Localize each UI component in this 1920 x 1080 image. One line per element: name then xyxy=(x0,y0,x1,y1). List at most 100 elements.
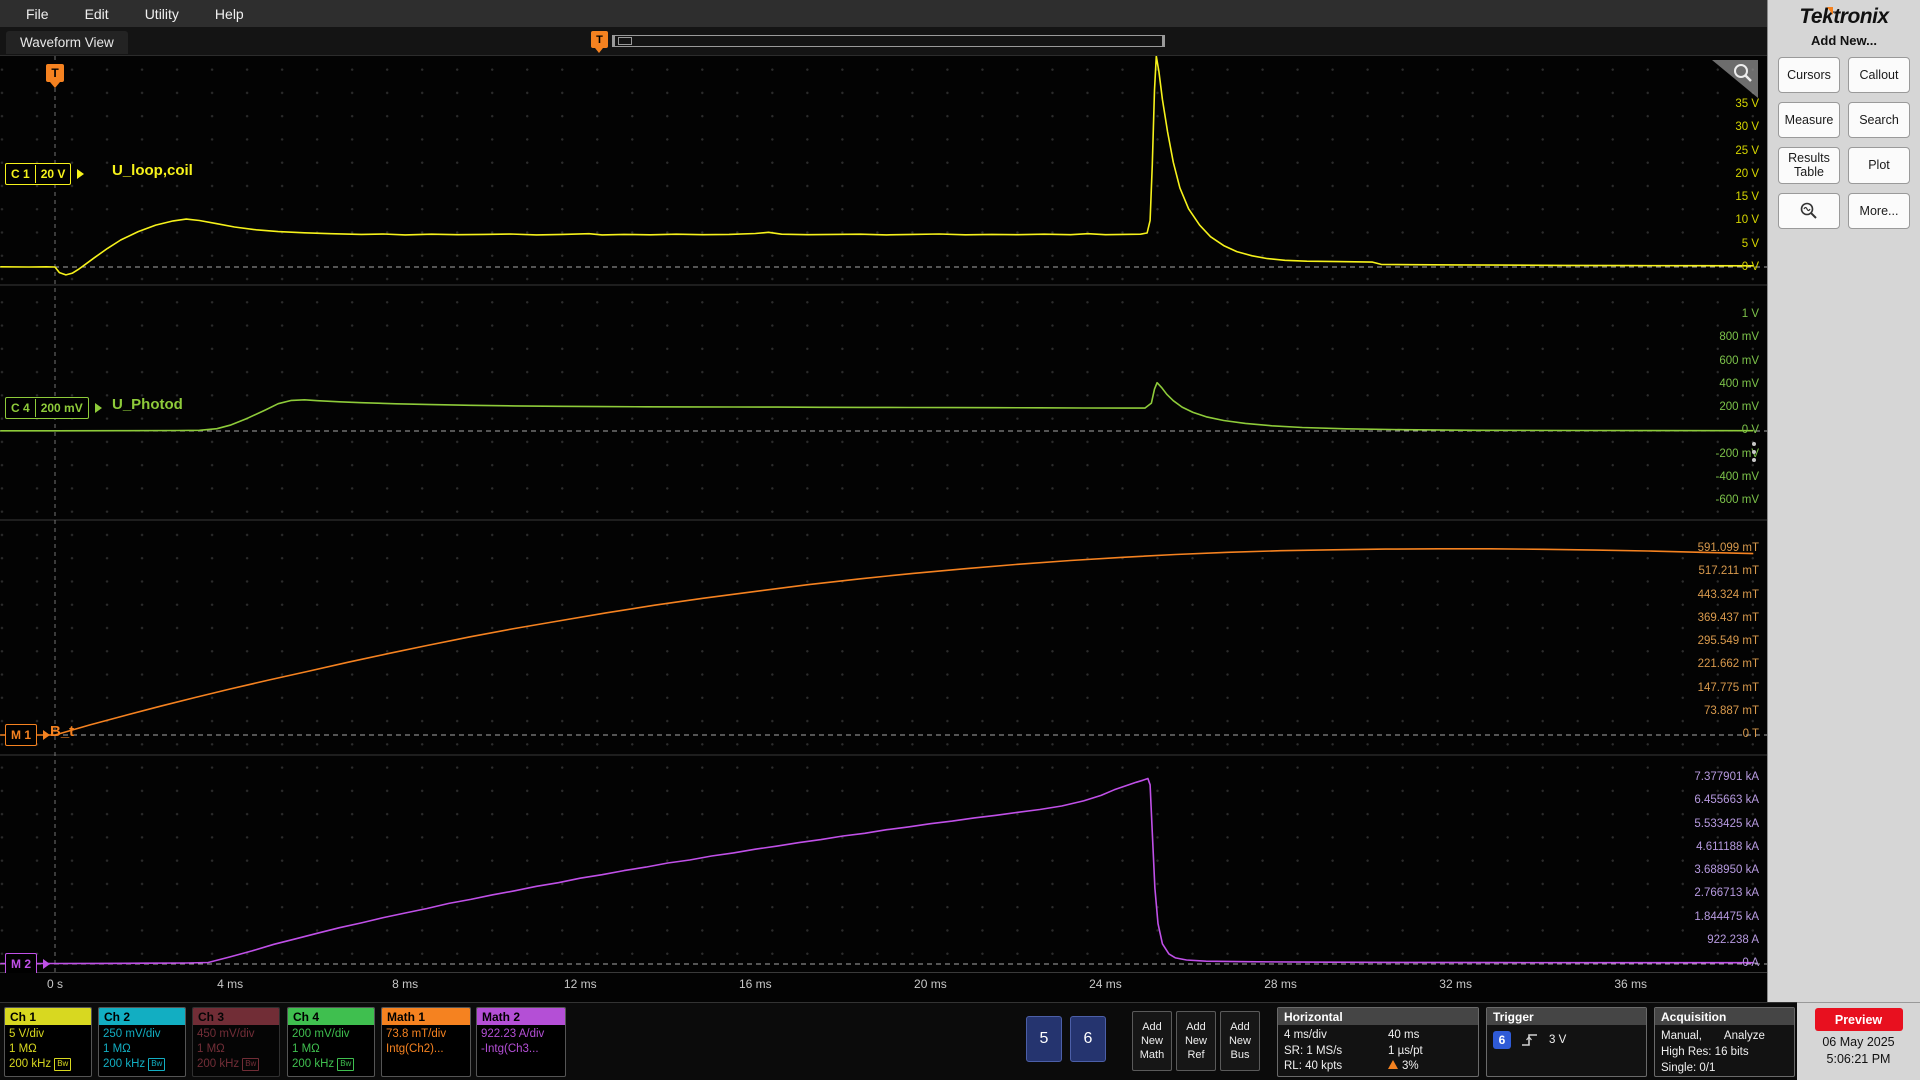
time-tick-label: 36 ms xyxy=(1614,977,1648,991)
time-tick-label: 28 ms xyxy=(1264,977,1297,991)
compression-warning-icon xyxy=(1388,1060,1398,1070)
add-new-bus-button[interactable]: Add New Bus xyxy=(1220,1011,1260,1071)
acquisition-mode: Manual, xyxy=(1661,1030,1702,1042)
waveform-plot[interactable]: T 35 V 30 V 25 V 20 V 15 V 10 V5 V0 VC 1 20 VU… xyxy=(0,56,1767,975)
menu-utility[interactable]: Utility xyxy=(129,3,195,25)
plot-button[interactable]: Plot xyxy=(1848,147,1910,184)
horizontal-panel[interactable]: Horizontal 4 ms/div 40 ms SR: 1 MS/s 1 µs/p… xyxy=(1277,1007,1479,1077)
time-tick-label: 16 ms xyxy=(738,977,772,991)
horizontal-value: SR: 1 MS/s xyxy=(1284,1044,1343,1057)
channel-setting-line: 200 kHz Bw xyxy=(9,1057,87,1072)
ch4-badge-scale: 200 mV xyxy=(34,399,88,417)
channel-name: Ch 3 xyxy=(193,1008,279,1025)
waveform-view-tab[interactable]: Waveform View xyxy=(6,31,128,54)
horizontal-value: 1 µs/pt xyxy=(1388,1044,1423,1057)
math1-trace[interactable] xyxy=(0,547,1754,736)
channel-setting-line: 73.8 mT/div xyxy=(386,1028,447,1040)
time-label: 5:06:21 PM xyxy=(1826,1051,1891,1066)
channel-setting-line: Intg(Ch2)... xyxy=(386,1043,444,1056)
horizontal-title: Horizontal xyxy=(1278,1008,1478,1025)
record-view-bar[interactable] xyxy=(612,35,1165,47)
math2-handle-badge[interactable]: M 2 xyxy=(5,953,51,975)
channel-setting-line: 200 kHz Bw xyxy=(103,1057,181,1072)
bandwidth-limit-icon: Bw xyxy=(242,1058,260,1071)
record-trigger-marker[interactable]: T xyxy=(591,31,608,53)
rising-edge-icon xyxy=(1522,1034,1537,1046)
ch1-handle-badge[interactable]: C 1 20 V xyxy=(5,163,85,185)
bandwidth-limit-icon: Bw xyxy=(337,1058,355,1071)
channel-settings: 73.8 mT/div Intg(Ch2)... xyxy=(382,1025,470,1059)
math1-handle-badge[interactable]: M 1 xyxy=(5,724,51,746)
channel-5-button[interactable]: 5 xyxy=(1026,1016,1062,1062)
ch1-badge-scale: 20 V xyxy=(34,165,71,183)
horizontal-values: 4 ms/div 40 ms SR: 1 MS/s 1 µs/pt RL: 40 kpt… xyxy=(1278,1025,1478,1076)
channel-settings: 922.23 A/div -Intg(Ch3... xyxy=(477,1025,565,1059)
channel-badge-ch4[interactable]: Ch 4 200 mV/div 1 MΩ 200 kHz Bw xyxy=(287,1007,375,1077)
status-block: Preview 06 May 2025 5:06:21 PM xyxy=(1797,1002,1920,1080)
acquisition-resolution: High Res: 16 bits xyxy=(1661,1046,1749,1059)
math1-badge-arrow-icon xyxy=(43,730,51,740)
channel-settings: 450 mV/div 1 MΩ 200 kHz Bw xyxy=(193,1025,279,1075)
math1-waveform-label[interactable]: B_t xyxy=(50,723,74,740)
more-button[interactable]: More... xyxy=(1848,192,1910,229)
math1-badge-label: M 1 xyxy=(11,728,32,742)
menu-file[interactable]: File xyxy=(10,3,65,25)
search-button[interactable]: Search xyxy=(1848,102,1910,138)
acquisition-single: Single: 0/1 xyxy=(1661,1062,1716,1075)
tekscope-app: File Edit Utility Help Waveform View T T 35… xyxy=(0,0,1920,1080)
math2-badge-arrow-icon xyxy=(43,959,51,969)
zoom-search-button[interactable] xyxy=(1778,192,1840,229)
waveform-canvas[interactable] xyxy=(0,56,1767,973)
channel-badge-ch3[interactable]: Ch 3 450 mV/div 1 MΩ 200 kHz Bw xyxy=(192,1007,280,1077)
zoom-corner-icon[interactable] xyxy=(1712,60,1758,98)
channel-setting-line: 200 kHz Bw xyxy=(197,1057,275,1072)
channel-badge-math1[interactable]: Math 1 73.8 mT/div Intg(Ch2)... xyxy=(381,1007,471,1077)
channel-settings: 5 V/div 1 MΩ 200 kHz Bw xyxy=(5,1025,91,1075)
channel-badge-math2[interactable]: Math 2 922.23 A/div -Intg(Ch3... xyxy=(476,1007,566,1077)
cursors-button[interactable]: Cursors xyxy=(1778,57,1840,93)
ch1-badge-label: C 1 xyxy=(11,167,30,181)
channel-6-button[interactable]: 6 xyxy=(1070,1016,1106,1062)
ch4-badge-label: C 4 xyxy=(11,401,30,415)
ch4-waveform-label[interactable]: U_Photod xyxy=(112,396,183,413)
trigger-source-badge[interactable]: 6 xyxy=(1493,1031,1511,1049)
channel-setting-line: 1 MΩ xyxy=(292,1043,320,1056)
add-new-heading: Add New... xyxy=(1811,33,1877,48)
callout-button[interactable]: Callout xyxy=(1848,57,1910,93)
trigger-title: Trigger xyxy=(1487,1008,1646,1025)
channel-name: Ch 2 xyxy=(99,1008,185,1025)
channel-badge-ch2[interactable]: Ch 2 250 mV/div 1 MΩ 200 kHz Bw xyxy=(98,1007,186,1077)
measure-button[interactable]: Measure xyxy=(1778,102,1840,138)
ch1-waveform-label[interactable]: U_loop,coil xyxy=(112,162,193,179)
horizontal-value: 3% xyxy=(1388,1059,1472,1075)
trigger-panel[interactable]: Trigger 6 3 V xyxy=(1486,1007,1647,1077)
math2-trace[interactable] xyxy=(0,777,1754,965)
add-new-ref-button[interactable]: Add New Ref xyxy=(1176,1011,1216,1071)
right-panel: Tektronix Add New... Cursors Callout Measu… xyxy=(1767,0,1920,1002)
channel-setting-line: 5 V/div xyxy=(9,1028,45,1040)
preview-button[interactable]: Preview xyxy=(1814,1008,1903,1031)
panel-drag-handle[interactable] xyxy=(1752,438,1756,466)
channel-badge-ch1[interactable]: Ch 1 5 V/div 1 MΩ 200 kHz Bw xyxy=(4,1007,92,1077)
acquisition-panel[interactable]: Acquisition Manual, Analyze High Res: 16… xyxy=(1654,1007,1795,1077)
results-table-button[interactable]: Results Table xyxy=(1778,147,1840,184)
menu-edit[interactable]: Edit xyxy=(69,3,125,25)
menu-help[interactable]: Help xyxy=(199,3,260,25)
ch1-trace[interactable] xyxy=(0,56,1754,276)
trigger-flag[interactable]: T xyxy=(46,64,64,88)
channel-setting-line: 922.23 A/div xyxy=(481,1028,545,1040)
ch4-handle-badge[interactable]: C 4 200 mV xyxy=(5,397,102,419)
channel-settings: 250 mV/div 1 MΩ 200 kHz Bw xyxy=(99,1025,185,1075)
ch4-badge-arrow-icon xyxy=(94,403,102,413)
horizontal-value: RL: 40 kpts xyxy=(1284,1060,1343,1073)
channel-name: Math 2 xyxy=(477,1008,565,1025)
add-new-math-button[interactable]: Add New Math xyxy=(1132,1011,1172,1071)
ch4-trace[interactable] xyxy=(0,381,1754,432)
time-tick-label: 32 ms xyxy=(1439,977,1472,991)
channel-name: Ch 1 xyxy=(5,1008,91,1025)
expansion-point-icon xyxy=(618,37,632,45)
time-axis: 0 s 4 ms 8 ms 12 ms 16 ms 20 ms 24 ms 28 ms 32 m… xyxy=(0,973,1767,1002)
time-tick-label: 12 ms xyxy=(563,977,597,991)
menu-bar: File Edit Utility Help xyxy=(0,0,1767,27)
channel-setting-line: 200 mV/div xyxy=(292,1028,350,1040)
